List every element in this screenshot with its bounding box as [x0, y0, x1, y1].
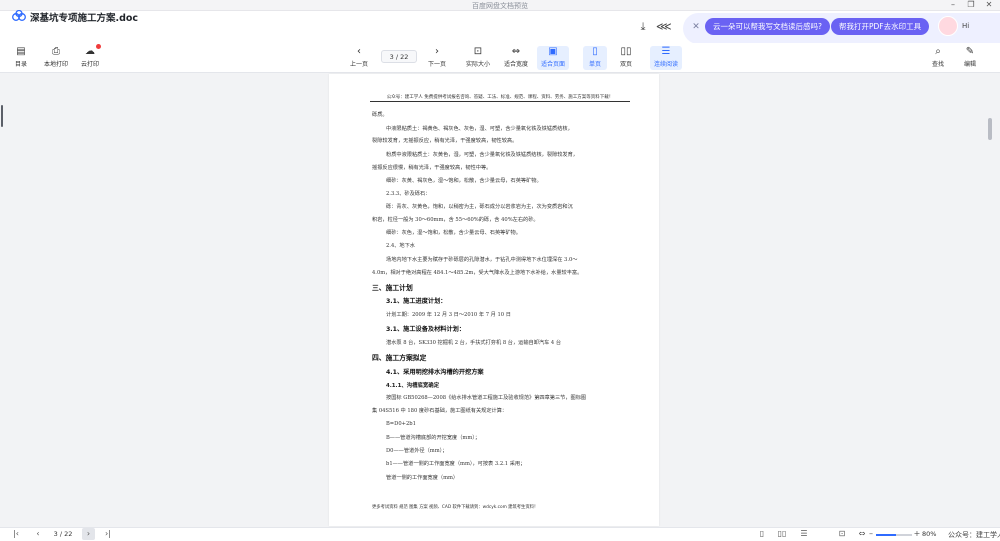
- vertical-scrollbar-thumb[interactable]: [988, 118, 992, 140]
- view-fit-width-button[interactable]: ⇔ 适合宽度: [501, 46, 531, 70]
- page-footer-text: 更多考试资料 规范 图集 方案 视频、CAD 软件下载请到：wdcyk.com …: [372, 505, 539, 510]
- document-paragraph-line: 2.4、地下水: [386, 243, 415, 249]
- edit-icon: ✎: [965, 46, 975, 57]
- page-header-text: 公众号：建工学人 免费提供考试报名咨询、答疑、工法、标准、规范、课程、资料、劳务…: [370, 94, 630, 102]
- last-page-icon[interactable]: ›|: [102, 529, 114, 539]
- document-heading: 四、施工方案拟定: [372, 354, 427, 362]
- search-icon: ⌕: [935, 46, 941, 57]
- document-paragraph-line: B=D0+2b1: [386, 421, 416, 427]
- toolbar-catalog-button[interactable]: ▤ 目录: [10, 46, 32, 70]
- document-heading: 3.1、施工设备及材料计划：: [386, 326, 466, 333]
- document-paragraph-line: 摇振反应很慢，稍有光泽，干强度较高，韧性中等。: [372, 165, 492, 171]
- view-double-page-button[interactable]: ▯▯ 双页: [614, 46, 638, 70]
- ai-suggestion-chip-2[interactable]: 帮我打开PDF去水印工具: [831, 18, 930, 35]
- cloud-print-icon: ☁: [85, 46, 95, 57]
- view-continuous-button[interactable]: ☰ 连续阅读: [650, 46, 682, 70]
- document-paragraph-line: 粉质中液限粘质土：灰黄色，湿，可塑，含少量氧化铁及铁锰质结核，裂隙较发育，: [386, 152, 578, 158]
- double-page-mode-icon[interactable]: ▯▯: [776, 529, 788, 539]
- view-fit-page-button[interactable]: ▣ 适合页面: [537, 46, 569, 70]
- document-paragraph-line: 管道一侧的工作面宽度（mm）: [386, 475, 459, 481]
- next-page-icon[interactable]: ›: [82, 528, 95, 540]
- document-heading: 4.1.1、沟槽底宽确定: [386, 383, 440, 389]
- fit-width-icon: ⇔: [511, 46, 521, 57]
- actual-size-icon: ⊡: [473, 46, 483, 57]
- document-paragraph-line: 细砂：灰黄、褐灰色，湿～饱和，松散，含少量云母，石英等矿物。: [386, 178, 542, 184]
- ai-hi-label: Hi: [962, 22, 970, 30]
- toolbar-local-print-button[interactable]: ⎙ 本地打印: [40, 46, 72, 70]
- document-paragraph-line: 积岩，粒径一般为 30～60mm，含 55～60%的砾，含 40%左右的砂。: [372, 217, 539, 223]
- bottom-page-indicator[interactable]: 3 / 22: [48, 529, 78, 539]
- document-paragraph-line: D0——管道外径（mm）；: [386, 448, 448, 454]
- close-window-icon[interactable]: ✕: [980, 0, 998, 11]
- zoom-out-icon[interactable]: –: [866, 529, 876, 539]
- prev-page-icon[interactable]: ‹: [32, 529, 44, 539]
- sidebar-toggle-handle[interactable]: [1, 105, 3, 127]
- zoom-level: 80%: [922, 530, 937, 538]
- document-paragraph-line: 砾：青灰、灰黄色，饱和，以稍密为主，砾石成分以岩浆岩为主，次为变质岩和沉: [386, 204, 573, 210]
- watermark-text: 公众号：建工学人: [948, 531, 1000, 539]
- toolbar-cloud-print-button[interactable]: ☁ 云打印: [78, 46, 102, 70]
- document-paragraph-line: 裂隙较发育，无摇振反应，稍有光泽，干强度较高，韧性较高。: [372, 138, 518, 144]
- continuous-icon: ☰: [661, 46, 671, 57]
- zoom-slider-fill: [876, 534, 896, 536]
- view-single-page-button[interactable]: ▯ 单页: [583, 46, 607, 70]
- first-page-icon[interactable]: |‹: [10, 529, 22, 539]
- continuous-mode-icon[interactable]: ☰: [798, 529, 810, 539]
- print-icon: ⎙: [52, 46, 60, 57]
- search-button[interactable]: ⌕ 查找: [928, 46, 948, 70]
- chevron-left-circle-icon: ‹: [357, 46, 361, 57]
- bottom-status-bar: [0, 527, 1000, 541]
- document-paragraph-line: 计划工期：2009 年 12 月 3 日～2010 年 7 月 10 日: [386, 312, 511, 318]
- cloud-print-badge: [96, 44, 101, 49]
- window-title: 百度网盘文档预览: [472, 2, 528, 10]
- document-paragraph-line: 集 04S516 中 180 度砂石基础，施工图纸有关规定计算：: [372, 408, 508, 414]
- document-paragraph-line: 砾质。: [372, 112, 388, 118]
- catalog-icon: ▤: [16, 46, 26, 57]
- document-paragraph-line: 4.0m，相对于绝对高程在 484.1～485.2m，受大气降水及上游地下水补给…: [372, 270, 583, 276]
- chevron-right-circle-icon: ›: [435, 46, 439, 57]
- view-actual-size-button[interactable]: ⊡ 实际大小: [463, 46, 493, 70]
- ai-bar-close-icon[interactable]: ✕: [691, 22, 701, 32]
- page-number-input[interactable]: 3 / 22: [381, 50, 417, 63]
- download-icon[interactable]: ⤓: [636, 20, 650, 34]
- double-page-icon: ▯▯: [620, 46, 632, 57]
- document-paragraph-line: b1——管道一侧的工作面宽度（mm），可按表 3.2.1 采用；: [386, 461, 526, 467]
- single-page-icon: ▯: [592, 46, 598, 57]
- fit-page-icon: ▣: [548, 46, 558, 57]
- single-page-mode-icon[interactable]: ▯: [756, 529, 768, 539]
- edit-button[interactable]: ✎ 编辑: [959, 46, 981, 70]
- main-toolbar: [0, 43, 1000, 73]
- window-titlebar: 百度网盘文档预览 – ❐ ✕: [0, 0, 1000, 11]
- document-paragraph-line: 2.3.3、砂及砾石：: [386, 191, 431, 197]
- restore-icon[interactable]: ❐: [962, 0, 980, 11]
- actual-size-mode-icon[interactable]: ⊡: [836, 529, 848, 539]
- next-page-button[interactable]: › 下一页: [424, 46, 450, 70]
- share-icon[interactable]: ⋘: [656, 20, 672, 34]
- document-paragraph-line: 按国标 GB50268—2008《给水排水管道工程施工及验收规范》第四章第三节，…: [386, 395, 587, 401]
- zoom-in-icon[interactable]: +: [912, 529, 922, 539]
- ai-suggestion-chip-1[interactable]: 云一朵可以帮我写文档读后感吗?: [705, 18, 830, 35]
- document-paragraph-line: 潜水泵 8 台，SK330 挖掘机 2 台，手扶式打夯机 8 台，运输自卸汽车 …: [386, 340, 562, 346]
- document-title: 深基坑专项施工方案.doc: [30, 13, 139, 24]
- baidu-netdisk-logo-icon: [12, 10, 26, 21]
- ai-avatar[interactable]: [938, 16, 958, 36]
- minimize-icon[interactable]: –: [944, 0, 962, 11]
- document-paragraph-line: 场地内地下水主要为赋存于砂砾层的孔隙潜水，于钻孔中测得地下水位埋深在 3.0～: [386, 257, 578, 263]
- prev-page-button[interactable]: ‹ 上一页: [346, 46, 372, 70]
- document-paragraph-line: B——管道沟槽底部的开挖宽度（mm）；: [386, 435, 481, 441]
- document-heading: 3.1、施工进度计划：: [386, 298, 447, 305]
- document-paragraph-line: 细砂：灰色，湿～饱和，松散，含少量云母、石英等矿物。: [386, 230, 521, 236]
- document-paragraph-line: 中液限粘质土：褐黄色、褐灰色、灰色，湿、可塑，含少量氧化铁及铁锰质结核，: [386, 126, 573, 132]
- document-heading: 三、施工计划: [372, 284, 413, 292]
- document-heading: 4.1、采用明挖排水沟槽的开挖方案: [386, 369, 484, 376]
